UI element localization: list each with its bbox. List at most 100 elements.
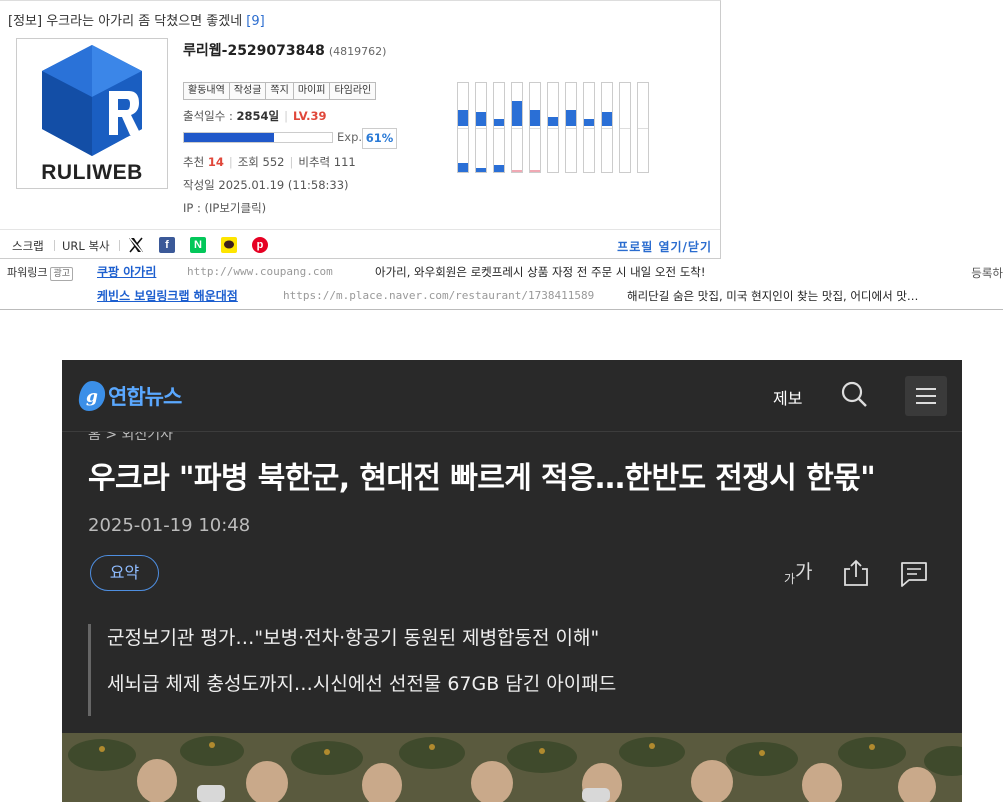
attendance-value: 2854일 [236,109,280,123]
message-button[interactable]: 쪽지 [266,83,294,99]
activity-bar-upper [476,112,486,126]
activity-bar-lower [512,170,522,172]
activity-column [601,82,613,173]
hamburger-menu-icon[interactable] [905,376,947,416]
activity-bar-upper [584,119,594,126]
ad-description[interactable]: 아가리, 와우회원은 로켓프레시 상품 자정 전 주문 시 내일 오전 도착! [375,264,705,280]
comment-icon[interactable] [899,559,929,589]
exp-percent: 61% [362,128,397,149]
activity-bar-upper [494,119,504,126]
written-label: 작성일 [183,178,215,192]
share-icon[interactable] [841,558,871,588]
mypi-button[interactable]: 마이피 [293,83,331,99]
svg-text:g: g [86,387,98,407]
font-size-small-glyph: 가 [784,572,796,586]
news-header-bar: g 연합뉴스 제보 [62,360,962,432]
ip-reveal-link[interactable]: (IP보기클릭) [205,201,267,215]
ad-title[interactable]: 케빈스 보일링크랩 해운대점 [97,287,238,304]
activity-bar-upper [602,112,612,126]
comment-count[interactable]: [9] [246,14,264,29]
summary-line: 세뇌급 체제 충성도까지…시신에선 선전물 67GB 담긴 아이패드 [107,673,617,695]
activity-bar-upper [548,117,558,126]
x-icon[interactable] [128,237,144,253]
activity-column [475,82,487,173]
font-size-large-glyph: 가 [795,561,813,583]
summary-button[interactable]: 요약 [90,555,159,591]
post-title: [정보] 우크라는 아가리 좀 닥쳤으면 좋겠네 [9] [8,10,265,29]
ratio-value: 111 [333,155,356,169]
kakao-icon[interactable] [221,237,237,253]
facebook-icon[interactable]: f [159,237,175,253]
activity-bar-lower [476,168,486,172]
article-photo [62,733,962,802]
post-panel: [정보] 우크라는 아가리 좀 닥쳤으면 좋겠네 [9] RULIWEB 루리웹… [0,0,721,259]
powerlink-label-text: 파워링크 [7,266,48,279]
logo-text: RULIWEB [41,161,143,184]
activity-bar-lower [458,163,468,172]
article-headline: 우크라 "파병 북한군, 현대전 빠르게 적응…한반도 전쟁시 한몫" [88,461,876,496]
activity-bar-lower [530,170,540,172]
post-title-text: 우크라는 아가리 좀 닥쳤으면 좋겠네 [46,14,243,29]
naver-icon[interactable]: N [190,237,206,253]
article-date: 2025-01-19 10:48 [88,515,251,536]
activity-bar-upper [512,101,522,126]
ip-line: IP : (IP보기클릭) [183,200,266,216]
post-stats-line: 추천 14 | 조회 552 | 비추력 111 [183,155,356,169]
ad-url[interactable]: http://www.coupang.com [187,265,333,278]
exp-progress-fill [184,133,275,142]
activity-chart [457,82,651,174]
views-value: 552 [262,155,285,169]
attendance-label: 출석일수 : [183,109,233,123]
article-summary: 군정보기관 평가…"보병·전차·항공기 동원된 제병합동전 이해" 세뇌급 체제… [88,624,616,716]
soldiers-photo [62,733,962,802]
news-brand-name[interactable]: 연합뉴스 [108,381,182,411]
powerlink-label: 파워링크 광고 [7,264,74,281]
tip-button[interactable]: 제보 [773,385,802,409]
pinterest-icon[interactable]: p [252,237,268,253]
activity-column [565,82,577,173]
written-date-line: 작성일 2025.01.19 (11:58:33) [183,177,349,193]
activity-column [457,82,469,173]
nickname-text[interactable]: 루리웹-2529073848 [183,43,325,59]
activity-column [529,82,541,173]
activity-button[interactable]: 활동내역 [184,83,230,99]
profile-image[interactable]: RULIWEB [16,38,168,189]
activity-column [637,82,649,173]
attendance-line: 출석일수 : 2854일 | LV.39 [183,109,327,123]
post-category: [정보] [8,14,43,29]
activity-bar-upper [566,110,576,126]
url-copy-button[interactable]: URL 복사 [62,238,110,254]
activity-bar-lower [494,165,504,172]
ruliweb-logo-icon [42,45,142,156]
ad-title[interactable]: 쿠팡 아가리 [97,263,156,280]
nickname[interactable]: 루리웹-2529073848 (4819762) [183,40,386,60]
views-label: 조회 [237,155,259,169]
activity-column [583,82,595,173]
recommend-value: 14 [207,155,224,169]
profile-toggle-link[interactable]: 프로필 열기/닫기 [617,238,712,255]
ad-badge: 광고 [50,267,74,281]
search-icon[interactable] [840,380,868,408]
yonhap-logo-icon[interactable]: g [77,379,107,413]
recommend-label: 추천 [183,155,205,169]
ad-description[interactable]: 해리단길 숨은 맛집, 미국 현지인이 찾는 맛집, 어디에서 맛… [627,288,918,304]
ratio-label: 비추력 [298,155,331,169]
level-value: LV.39 [292,109,327,123]
ad-register-link[interactable]: 등록하 [971,265,1003,281]
news-embed: g 연합뉴스 제보 홈 > 외신기사 우크라 "파병 북한군, 현대전 빠르게 … [62,360,962,802]
activity-column [511,82,523,173]
timeline-button[interactable]: 타임라인 [330,83,376,99]
share-row: 스크랩 URL 복사 f N p 프로필 열기/닫기 [0,229,720,259]
exp-label: Exp. [337,130,363,144]
user-id: (4819762) [328,45,387,58]
posts-button[interactable]: 작성글 [229,83,267,99]
powerlink-ad-section: 파워링크 광고 쿠팡 아가리 http://www.coupang.com 아가리… [0,259,1003,310]
scrap-button[interactable]: 스크랩 [12,238,44,254]
activity-bar-upper [458,110,468,126]
profile-button-row: 활동내역 작성글 쪽지 마이피 타임라인 [183,82,377,100]
summary-line: 군정보기관 평가…"보병·전차·항공기 동원된 제병합동전 이해" [107,627,600,649]
exp-progress-bar [183,132,333,143]
activity-column [547,82,559,173]
ad-url[interactable]: https://m.place.naver.com/restaurant/173… [283,289,594,302]
activity-bar-upper [530,110,540,126]
